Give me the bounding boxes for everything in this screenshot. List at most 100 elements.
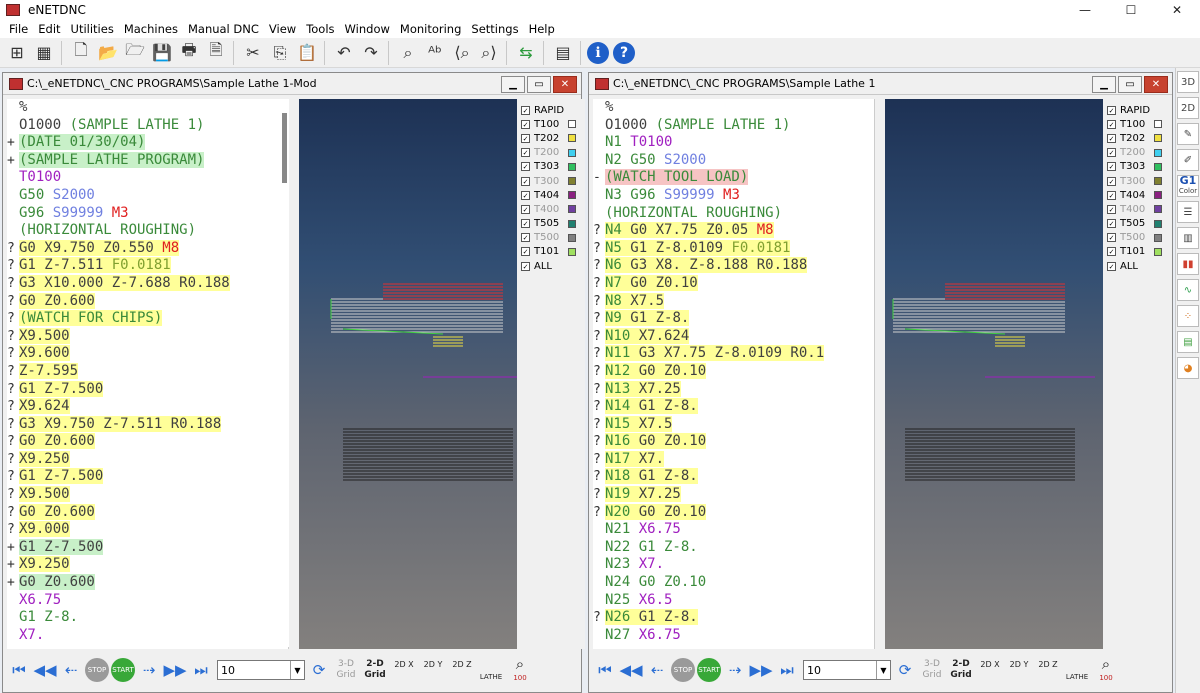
compare-icon[interactable]: ⇆ (513, 40, 539, 66)
code-line[interactable]: ? G1 Z-7.500 (7, 380, 288, 399)
code-line[interactable]: G96 S99999 M3 (7, 205, 288, 223)
legend-item-t200[interactable]: ✓ T200 (517, 146, 585, 160)
legend-item-t200[interactable]: ✓ T200 (1103, 146, 1171, 160)
grid-3d-toggle[interactable]: 3-D Grid (333, 656, 359, 684)
find-next-icon[interactable]: ⌕⟩ (476, 40, 502, 66)
code-line[interactable]: ? G0 Z0.600 (7, 433, 288, 451)
code-line[interactable]: (HORIZONTAL ROUGHING) (7, 222, 288, 240)
code-line[interactable]: ? G1 Z-7.511 F0.0181 (7, 257, 288, 275)
legend-item-t400[interactable]: ✓ T400 (517, 202, 585, 216)
code-line[interactable]: ? N8 X7.5 (593, 292, 874, 311)
legend-item-t300[interactable]: ✓ T300 (1103, 174, 1171, 188)
checkbox[interactable]: ✓ (521, 190, 530, 200)
code-line[interactable]: O1000 (SAMPLE LATHE 1) (7, 117, 288, 135)
menu-manual-dnc[interactable]: Manual DNC (183, 22, 264, 36)
checkbox[interactable]: ✓ (1107, 261, 1116, 271)
menu-help[interactable]: Help (524, 22, 560, 36)
close-button[interactable]: ✕ (1154, 0, 1200, 20)
checkbox[interactable]: ✓ (521, 261, 530, 271)
chart-bars-icon[interactable]: ▮▮ (1177, 253, 1199, 275)
code-line[interactable]: G50 S2000 (7, 187, 288, 205)
find-icon[interactable]: ⌕ (395, 40, 421, 66)
grid-icon[interactable]: ▦ (31, 40, 57, 66)
view-3d-button[interactable]: 3D (1177, 71, 1199, 93)
maximize-button[interactable]: ☐ (1108, 0, 1154, 20)
rewind-icon[interactable]: ◀◀ (33, 656, 57, 684)
legend-item-t500[interactable]: ✓ T500 (1103, 231, 1171, 245)
layout-horizontal-icon[interactable]: ☰ (1177, 201, 1199, 223)
last-icon[interactable]: ⏭ (775, 656, 799, 684)
preview-icon[interactable]: 🗎 (203, 40, 229, 66)
code-line[interactable]: ? N7 G0 Z0.10 (593, 274, 874, 293)
pie-chart-icon[interactable]: ◕ (1177, 357, 1199, 379)
code-line[interactable]: ? X9.500 (7, 327, 288, 346)
speed-select[interactable]: 10 ▼ (217, 660, 305, 680)
checkbox[interactable]: ✓ (1107, 162, 1116, 172)
code-line[interactable]: + G1 Z-7.500 (7, 538, 288, 557)
menu-settings[interactable]: Settings (466, 22, 523, 36)
checkbox[interactable]: ✓ (521, 133, 530, 143)
code-line[interactable]: ? (WATCH FOR CHIPS) (7, 310, 288, 328)
step-forward-icon[interactable]: ⇢ (723, 656, 747, 684)
legend-item-t202[interactable]: ✓ T202 (517, 131, 585, 145)
code-line[interactable]: ? N6 G3 X8. Z-8.188 R0.188 (593, 257, 874, 275)
view-2d-z-button[interactable]: 2D Z (1035, 656, 1061, 684)
code-line[interactable]: N3 G96 S99999 M3 (593, 187, 874, 205)
find-prev-icon[interactable]: ⟨⌕ (449, 40, 475, 66)
code-line[interactable]: N27 X6.75 (593, 627, 874, 645)
zoom-icon[interactable]: ⌕ 100 (507, 656, 533, 684)
scroll-thumb[interactable] (282, 113, 287, 183)
code-line[interactable]: ? X9.000 (7, 521, 288, 539)
checkbox[interactable]: ✓ (521, 105, 530, 115)
code-line[interactable]: X7. (7, 627, 288, 645)
legend-item-t100[interactable]: ✓ T100 (1103, 117, 1171, 131)
code-line[interactable]: N24 G0 Z0.10 (593, 574, 874, 592)
speed-select[interactable]: 10 ▼ (803, 660, 891, 680)
right-document-window[interactable]: C:\_eNETDNC\_CNC PROGRAMS\Sample Lathe 1… (588, 72, 1173, 693)
folder-icon[interactable]: 🗁 (122, 40, 148, 66)
legend-item-rapid[interactable]: ✓ RAPID (1103, 103, 1171, 117)
right-code-editor[interactable]: % O1000 (SAMPLE LATHE 1) N1 T0100 N2 G50 S2… (593, 99, 875, 649)
code-line[interactable]: N25 X6.5 (593, 592, 874, 610)
legend-item-all[interactable]: ✓ ALL (1103, 259, 1171, 273)
step-back-icon[interactable]: ⇠ (645, 656, 669, 684)
code-line[interactable]: ? N11 G3 X7.75 Z-8.0109 R0.1 (593, 345, 874, 363)
start-button[interactable]: START (111, 658, 135, 682)
code-line[interactable]: % (7, 99, 288, 117)
minimize-button[interactable]: — (1062, 0, 1108, 20)
left-minimize-button[interactable]: ▁ (501, 76, 525, 93)
right-minimize-button[interactable]: ▁ (1092, 76, 1116, 93)
chevron-down-icon[interactable]: ▼ (290, 661, 304, 679)
legend-item-all[interactable]: ✓ ALL (517, 259, 585, 273)
print-icon[interactable]: 🖶 (176, 40, 202, 66)
paste-icon[interactable]: 📋 (294, 40, 320, 66)
checkbox[interactable]: ✓ (1107, 133, 1116, 143)
legend-item-t404[interactable]: ✓ T404 (517, 188, 585, 202)
lathe-button[interactable]: LATHE (478, 656, 504, 684)
refresh-icon[interactable]: ⟳ (307, 656, 331, 684)
menu-edit[interactable]: Edit (33, 22, 65, 36)
code-line[interactable]: G1 Z-8. (7, 609, 288, 627)
left-document-window[interactable]: C:\_eNETDNC\_CNC PROGRAMS\Sample Lathe 1… (2, 72, 585, 693)
code-line[interactable]: T0100 (7, 169, 288, 187)
code-line[interactable]: ? X9.600 (7, 345, 288, 363)
left-close-button[interactable]: ✕ (553, 76, 577, 93)
legend-item-rapid[interactable]: ✓ RAPID (517, 103, 585, 117)
code-line[interactable]: ? N13 X7.25 (593, 380, 874, 399)
help-icon[interactable]: ? (613, 41, 635, 64)
refresh-icon[interactable]: ⟳ (893, 656, 917, 684)
code-line[interactable]: ? N18 G1 Z-8. (593, 468, 874, 486)
step-forward-icon[interactable]: ⇢ (137, 656, 161, 684)
checkbox[interactable]: ✓ (521, 162, 530, 172)
view-2d-button[interactable]: 2D (1177, 97, 1199, 119)
menu-view[interactable]: View (264, 22, 301, 36)
checkbox[interactable]: ✓ (521, 233, 530, 243)
checkbox[interactable]: ✓ (1107, 247, 1116, 257)
legend-item-t500[interactable]: ✓ T500 (517, 231, 585, 245)
grid-2d-toggle[interactable]: 2-D Grid (362, 656, 388, 684)
code-line[interactable]: ? G0 Z0.600 (7, 292, 288, 311)
view-2d-y-button[interactable]: 2D Y (1006, 656, 1032, 684)
checkbox[interactable]: ✓ (521, 219, 530, 229)
zoom-icon[interactable]: ⌕ 100 (1093, 656, 1119, 684)
calculator-icon[interactable]: ▤ (550, 40, 576, 66)
